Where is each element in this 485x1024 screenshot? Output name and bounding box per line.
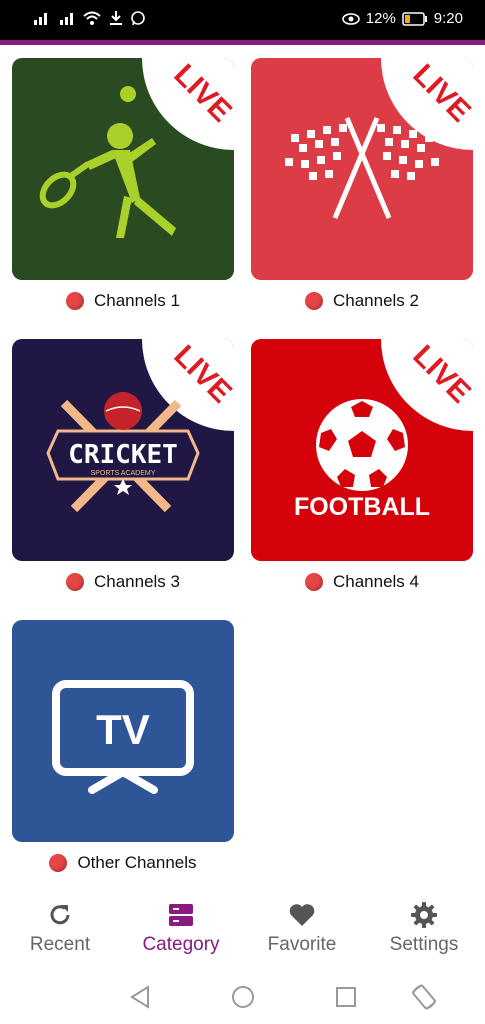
live-dot-icon xyxy=(65,292,84,310)
whatsapp-icon xyxy=(131,11,145,26)
live-dot-icon xyxy=(304,573,323,591)
signal-icon-2 xyxy=(60,13,73,25)
nav-favorite[interactable]: Favorite xyxy=(242,898,362,968)
back-icon[interactable] xyxy=(126,982,156,1012)
status-bar: 12% 9:20 xyxy=(0,0,485,40)
home-icon[interactable] xyxy=(228,982,258,1012)
live-dot-icon xyxy=(65,573,84,591)
channel-tile-1[interactable]: LIVE xyxy=(12,58,234,280)
channel-label-2[interactable]: Channels 2 xyxy=(251,290,473,312)
live-dot-icon xyxy=(304,292,323,310)
logo-title: CRICKET xyxy=(68,440,178,470)
nav-settings[interactable]: Settings xyxy=(364,898,484,968)
nav-label-settings: Settings xyxy=(389,934,459,955)
channel-label-1[interactable]: Channels 1 xyxy=(12,290,234,312)
clock-time: 9:20 xyxy=(433,10,463,27)
logo-subtitle: SPORTS ACADEMY xyxy=(91,470,156,477)
status-icons-left xyxy=(30,10,146,26)
channel-tile-4[interactable]: LIVE FOOTBALL xyxy=(251,339,473,561)
status-icons-right: 12% 9:20 xyxy=(341,10,463,27)
channel-label-3[interactable]: Channels 3 xyxy=(12,571,234,593)
channel-name: Other Channels xyxy=(77,853,197,872)
nav-category[interactable]: Category xyxy=(121,898,241,968)
download-icon xyxy=(110,11,122,25)
channel-tile-3[interactable]: LIVE CRICKET SPORTS ACADEMY xyxy=(12,339,234,561)
channel-label-4[interactable]: Channels 4 xyxy=(251,571,473,593)
refresh-icon xyxy=(0,898,120,932)
rotate-icon[interactable] xyxy=(409,982,439,1012)
channel-name: Channels 2 xyxy=(332,291,419,310)
channel-name: Channels 4 xyxy=(332,572,419,591)
football-icon xyxy=(316,399,408,491)
nav-recent[interactable]: Recent xyxy=(0,898,120,968)
channel-tile-2[interactable]: LIVE xyxy=(251,58,473,280)
nav-label-favorite: Favorite xyxy=(267,934,337,955)
channel-tile-5[interactable]: TV xyxy=(12,620,234,842)
nav-label-category: Category xyxy=(142,934,220,955)
heart-icon xyxy=(242,898,362,932)
channel-name: Channels 1 xyxy=(93,291,180,310)
nav-label-recent: Recent xyxy=(29,934,91,955)
bottom-nav: Recent Category Favorite Settings xyxy=(0,898,485,968)
recents-icon[interactable] xyxy=(331,982,361,1012)
eye-icon xyxy=(341,12,360,25)
battery-percent: 12% xyxy=(365,10,396,27)
channel-label-5[interactable]: Other Channels xyxy=(12,852,234,874)
category-icon xyxy=(121,898,241,932)
gear-icon xyxy=(364,898,484,932)
wifi-icon xyxy=(83,11,101,25)
logo-title: FOOTBALL xyxy=(294,493,430,521)
tv-label: TV xyxy=(96,706,150,753)
live-dot-icon xyxy=(49,854,68,872)
battery-icon xyxy=(402,11,427,26)
channel-name: Channels 3 xyxy=(93,572,180,591)
app-bar-accent xyxy=(0,40,485,45)
signal-icon xyxy=(34,13,47,25)
system-nav-bar xyxy=(0,972,485,1024)
